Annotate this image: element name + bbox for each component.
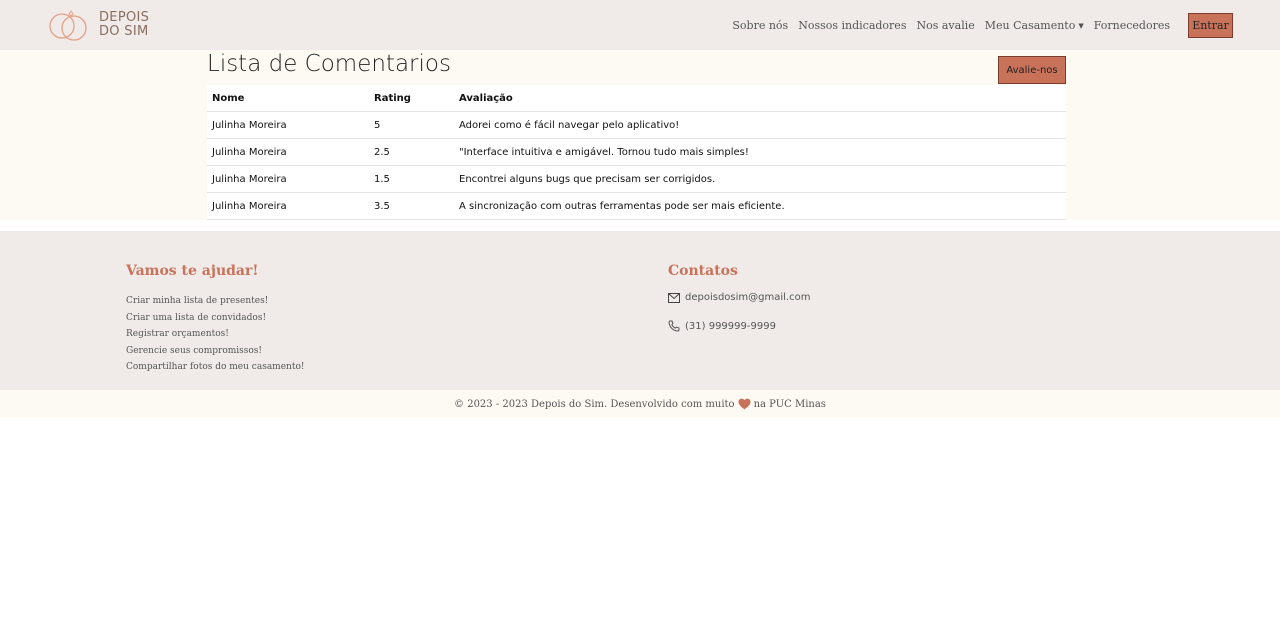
contact-phone: (31) 999999-9999 (668, 320, 776, 332)
table-header: Nome Rating Avaliação (207, 85, 1066, 112)
phone-text: (31) 999999-9999 (685, 320, 776, 332)
nav-dropdown-meu-casamento[interactable]: Meu Casamento ▼ (985, 19, 1084, 32)
navbar: DEPOIS DO SIM Sobre nós Nossos indicador… (0, 0, 1280, 50)
header-avaliacao: Avaliação (459, 92, 513, 104)
cell-rating: 3.5 (374, 200, 390, 212)
table-row: Julinha Moreira 3.5 A sincronização com … (207, 193, 1066, 220)
footer: Vamos te ajudar! Criar minha lista de pr… (0, 231, 1280, 390)
brand-logo[interactable]: DEPOIS DO SIM (47, 8, 149, 42)
cell-avaliacao: A sincronização com outras ferramentas p… (459, 200, 785, 212)
phone-icon (668, 320, 680, 332)
help-link-compromissos[interactable]: Gerencie seus compromissos! (126, 343, 305, 360)
table-row: Julinha Moreira 5 Adorei como é fácil na… (207, 112, 1066, 139)
help-link-convidados[interactable]: Criar uma lista de convidados! (126, 310, 305, 327)
main-content: Lista de Comentarios Avalie-nos Nome Rat… (0, 50, 1280, 220)
cell-nome: Julinha Moreira (212, 200, 287, 212)
rate-us-button[interactable]: Avalie-nos (998, 56, 1066, 84)
brand-line-1: DEPOIS (99, 10, 150, 25)
brand-name: DEPOIS DO SIM (99, 11, 149, 39)
cell-avaliacao: "Interface intuitiva e amigável. Tornou … (459, 146, 749, 158)
copyright-suffix: na PUC Minas (753, 398, 826, 410)
nav-link-sobre-nos[interactable]: Sobre nós (732, 19, 788, 32)
contacts-title: Contatos (668, 263, 738, 279)
brand-line-2: DO SIM (99, 24, 149, 39)
nav-link-fornecedores[interactable]: Fornecedores (1094, 19, 1170, 32)
cell-rating: 5 (374, 119, 381, 131)
copyright-bar: © 2023 - 2023 Depois do Sim. Desenvolvid… (0, 390, 1280, 418)
help-title: Vamos te ajudar! (126, 263, 259, 279)
nav-link-indicadores[interactable]: Nossos indicadores (798, 19, 906, 32)
caret-down-icon: ▼ (1078, 22, 1084, 30)
comments-table: Nome Rating Avaliação Julinha Moreira 5 … (207, 85, 1066, 220)
cell-nome: Julinha Moreira (212, 146, 287, 158)
table-row: Julinha Moreira 1.5 Encontrei alguns bug… (207, 166, 1066, 193)
email-text[interactable]: depoisdosim@gmail.com (685, 292, 810, 303)
nav-link-nos-avalie[interactable]: Nos avalie (916, 19, 974, 32)
heart-icon (738, 398, 751, 410)
header-rating: Rating (374, 92, 411, 104)
table-row: Julinha Moreira 2.5 "Interface intuitiva… (207, 139, 1066, 166)
cell-rating: 2.5 (374, 146, 390, 158)
cell-nome: Julinha Moreira (212, 119, 287, 131)
nav-menu: Sobre nós Nossos indicadores Nos avalie … (722, 13, 1233, 38)
help-link-fotos[interactable]: Compartilhar fotos do meu casamento! (126, 359, 305, 376)
nav-dropdown-label: Meu Casamento (984, 19, 1076, 32)
help-links: Criar minha lista de presentes! Criar um… (126, 293, 305, 376)
cell-avaliacao: Encontrei alguns bugs que precisam ser c… (459, 173, 716, 185)
help-link-presentes[interactable]: Criar minha lista de presentes! (126, 293, 305, 310)
cell-avaliacao: Adorei como é fácil navegar pelo aplicat… (459, 119, 680, 131)
page-title: Lista de Comentarios (207, 51, 451, 77)
envelope-icon (668, 292, 680, 303)
help-link-orcamentos[interactable]: Registrar orçamentos! (126, 326, 305, 343)
rings-icon (49, 10, 87, 41)
cell-rating: 1.5 (374, 173, 390, 185)
cell-nome: Julinha Moreira (212, 173, 287, 185)
header-nome: Nome (212, 92, 245, 104)
contact-email: depoisdosim@gmail.com (668, 292, 810, 303)
login-button[interactable]: Entrar (1188, 13, 1233, 38)
copyright-text: © 2023 - 2023 Depois do Sim. Desenvolvid… (454, 398, 735, 410)
